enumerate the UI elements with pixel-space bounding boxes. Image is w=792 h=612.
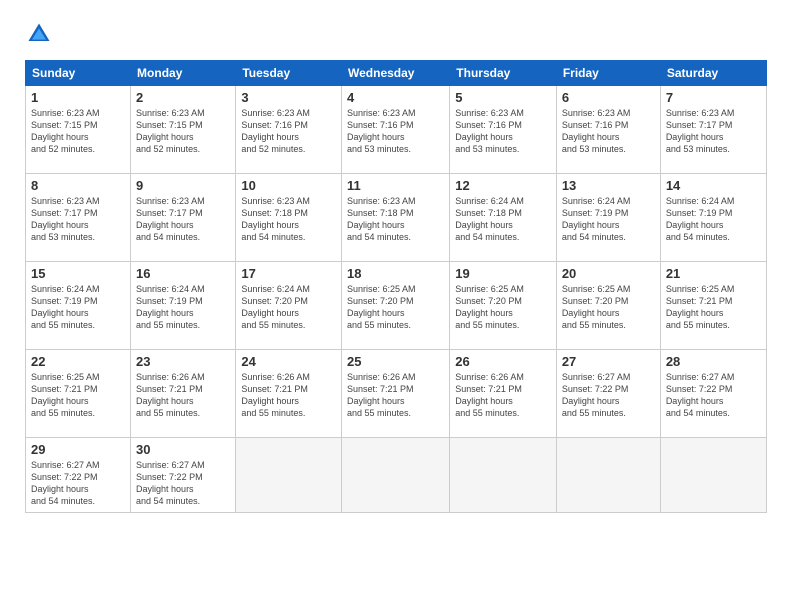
calendar-cell-26: 26Sunrise: 6:26 AMSunset: 7:21 PMDayligh… bbox=[450, 350, 557, 438]
day-header-wednesday: Wednesday bbox=[342, 61, 450, 86]
day-header-sunday: Sunday bbox=[26, 61, 131, 86]
header bbox=[25, 20, 767, 48]
calendar-cell-empty-2 bbox=[236, 438, 342, 513]
calendar-cell-9: 9Sunrise: 6:23 AMSunset: 7:17 PMDaylight… bbox=[131, 174, 236, 262]
day-header-friday: Friday bbox=[556, 61, 660, 86]
calendar-cell-24: 24Sunrise: 6:26 AMSunset: 7:21 PMDayligh… bbox=[236, 350, 342, 438]
calendar-cell-18: 18Sunrise: 6:25 AMSunset: 7:20 PMDayligh… bbox=[342, 262, 450, 350]
calendar-cell-16: 16Sunrise: 6:24 AMSunset: 7:19 PMDayligh… bbox=[131, 262, 236, 350]
calendar-cell-22: 22Sunrise: 6:25 AMSunset: 7:21 PMDayligh… bbox=[26, 350, 131, 438]
page: SundayMondayTuesdayWednesdayThursdayFrid… bbox=[0, 0, 792, 612]
calendar: SundayMondayTuesdayWednesdayThursdayFrid… bbox=[25, 60, 767, 513]
calendar-header-row: SundayMondayTuesdayWednesdayThursdayFrid… bbox=[26, 61, 767, 86]
calendar-cell-2: 2Sunrise: 6:23 AMSunset: 7:15 PMDaylight… bbox=[131, 86, 236, 174]
day-header-saturday: Saturday bbox=[660, 61, 766, 86]
calendar-cell-7: 7Sunrise: 6:23 AMSunset: 7:17 PMDaylight… bbox=[660, 86, 766, 174]
calendar-cell-empty-4 bbox=[450, 438, 557, 513]
calendar-cell-17: 17Sunrise: 6:24 AMSunset: 7:20 PMDayligh… bbox=[236, 262, 342, 350]
calendar-week-1: 1Sunrise: 6:23 AMSunset: 7:15 PMDaylight… bbox=[26, 86, 767, 174]
calendar-cell-30: 30Sunrise: 6:27 AMSunset: 7:22 PMDayligh… bbox=[131, 438, 236, 513]
logo-icon bbox=[25, 20, 53, 48]
calendar-cell-11: 11Sunrise: 6:23 AMSunset: 7:18 PMDayligh… bbox=[342, 174, 450, 262]
calendar-cell-14: 14Sunrise: 6:24 AMSunset: 7:19 PMDayligh… bbox=[660, 174, 766, 262]
calendar-cell-27: 27Sunrise: 6:27 AMSunset: 7:22 PMDayligh… bbox=[556, 350, 660, 438]
calendar-week-4: 22Sunrise: 6:25 AMSunset: 7:21 PMDayligh… bbox=[26, 350, 767, 438]
calendar-cell-5: 5Sunrise: 6:23 AMSunset: 7:16 PMDaylight… bbox=[450, 86, 557, 174]
calendar-week-5: 29Sunrise: 6:27 AMSunset: 7:22 PMDayligh… bbox=[26, 438, 767, 513]
calendar-cell-29: 29Sunrise: 6:27 AMSunset: 7:22 PMDayligh… bbox=[26, 438, 131, 513]
calendar-cell-3: 3Sunrise: 6:23 AMSunset: 7:16 PMDaylight… bbox=[236, 86, 342, 174]
calendar-cell-19: 19Sunrise: 6:25 AMSunset: 7:20 PMDayligh… bbox=[450, 262, 557, 350]
calendar-cell-15: 15Sunrise: 6:24 AMSunset: 7:19 PMDayligh… bbox=[26, 262, 131, 350]
calendar-cell-empty-3 bbox=[342, 438, 450, 513]
day-header-tuesday: Tuesday bbox=[236, 61, 342, 86]
calendar-cell-empty-5 bbox=[556, 438, 660, 513]
day-header-monday: Monday bbox=[131, 61, 236, 86]
calendar-cell-8: 8Sunrise: 6:23 AMSunset: 7:17 PMDaylight… bbox=[26, 174, 131, 262]
calendar-cell-23: 23Sunrise: 6:26 AMSunset: 7:21 PMDayligh… bbox=[131, 350, 236, 438]
calendar-cell-12: 12Sunrise: 6:24 AMSunset: 7:18 PMDayligh… bbox=[450, 174, 557, 262]
calendar-cell-13: 13Sunrise: 6:24 AMSunset: 7:19 PMDayligh… bbox=[556, 174, 660, 262]
calendar-cell-4: 4Sunrise: 6:23 AMSunset: 7:16 PMDaylight… bbox=[342, 86, 450, 174]
calendar-cell-28: 28Sunrise: 6:27 AMSunset: 7:22 PMDayligh… bbox=[660, 350, 766, 438]
calendar-cell-6: 6Sunrise: 6:23 AMSunset: 7:16 PMDaylight… bbox=[556, 86, 660, 174]
calendar-cell-10: 10Sunrise: 6:23 AMSunset: 7:18 PMDayligh… bbox=[236, 174, 342, 262]
calendar-cell-20: 20Sunrise: 6:25 AMSunset: 7:20 PMDayligh… bbox=[556, 262, 660, 350]
calendar-cell-21: 21Sunrise: 6:25 AMSunset: 7:21 PMDayligh… bbox=[660, 262, 766, 350]
logo bbox=[25, 20, 57, 48]
calendar-week-3: 15Sunrise: 6:24 AMSunset: 7:19 PMDayligh… bbox=[26, 262, 767, 350]
calendar-cell-empty-6 bbox=[660, 438, 766, 513]
calendar-cell-25: 25Sunrise: 6:26 AMSunset: 7:21 PMDayligh… bbox=[342, 350, 450, 438]
calendar-cell-1: 1Sunrise: 6:23 AMSunset: 7:15 PMDaylight… bbox=[26, 86, 131, 174]
calendar-week-2: 8Sunrise: 6:23 AMSunset: 7:17 PMDaylight… bbox=[26, 174, 767, 262]
day-header-thursday: Thursday bbox=[450, 61, 557, 86]
